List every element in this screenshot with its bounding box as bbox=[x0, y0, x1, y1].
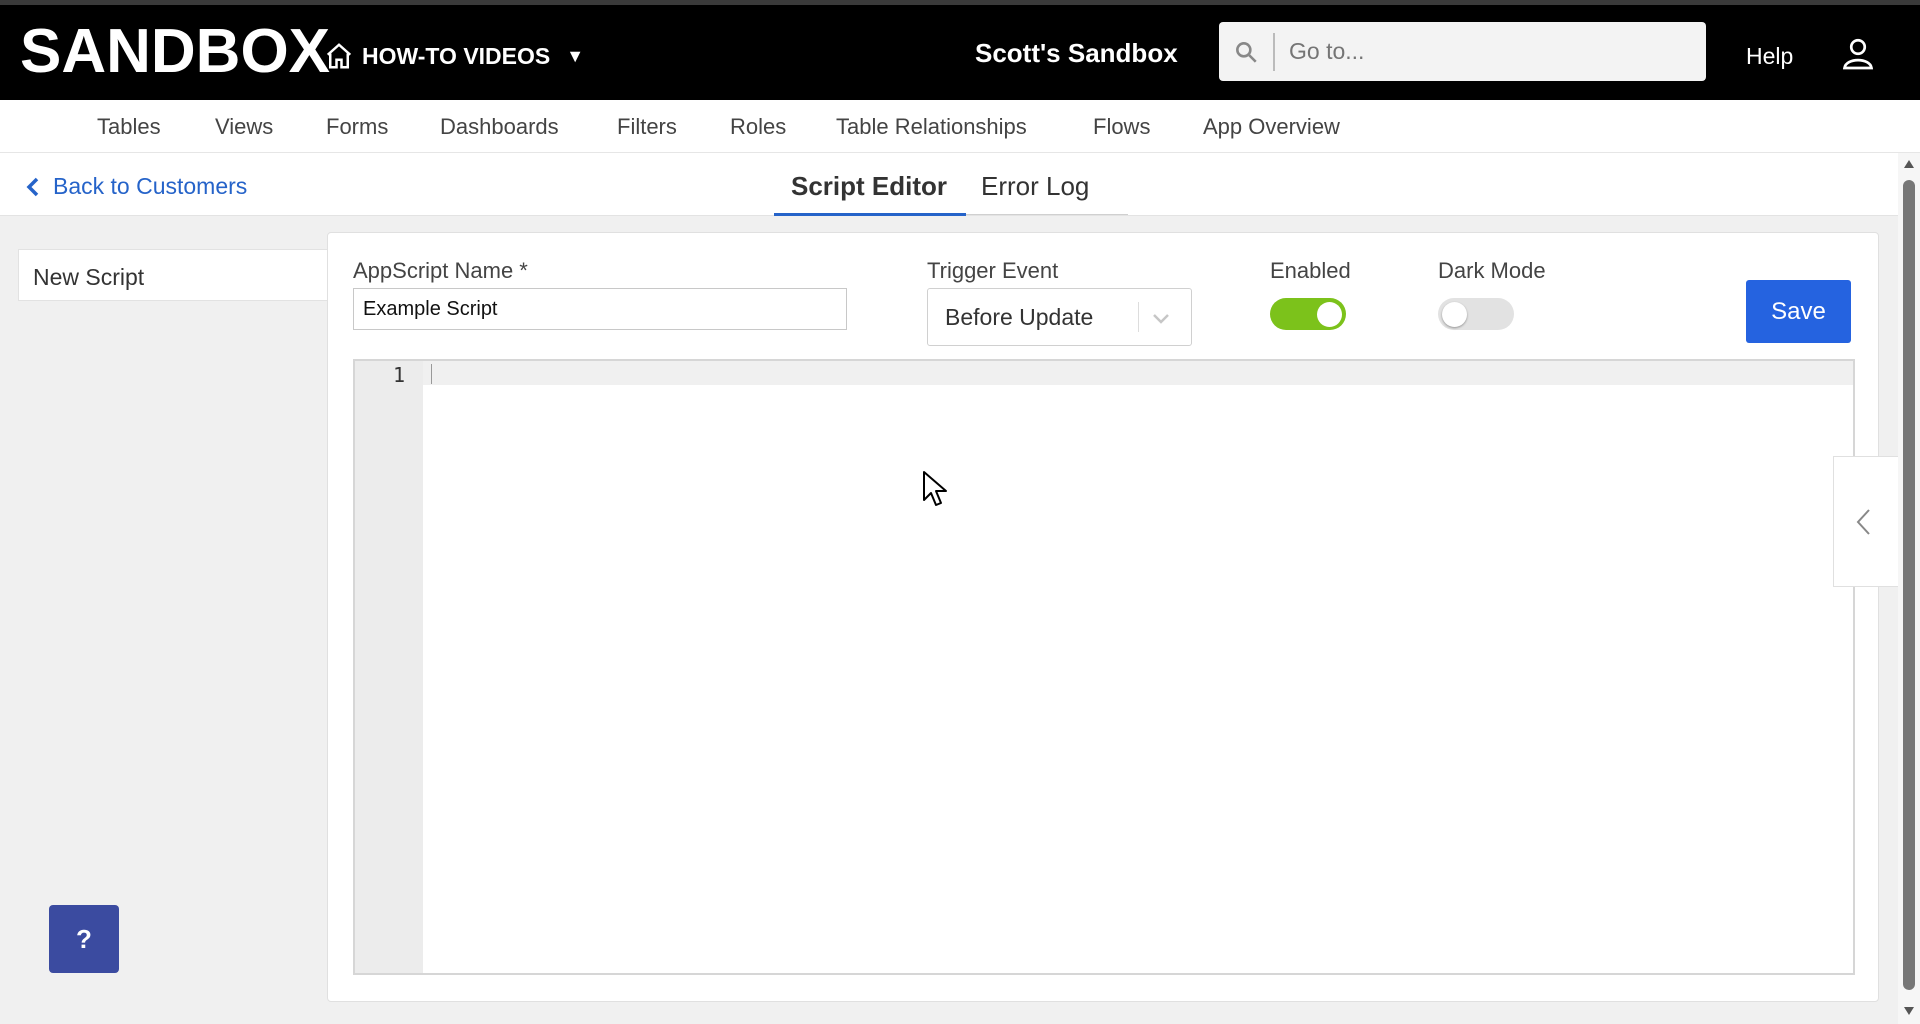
nav-views[interactable]: Views bbox=[215, 114, 273, 140]
nav-app-overview[interactable]: App Overview bbox=[1203, 114, 1340, 140]
trigger-event-label: Trigger Event bbox=[927, 258, 1059, 283]
brand-logo[interactable]: SANDBOX bbox=[20, 17, 330, 87]
nav-filters[interactable]: Filters bbox=[617, 114, 677, 140]
line-number-gutter: 1 bbox=[355, 361, 423, 973]
text-cursor bbox=[431, 364, 432, 384]
dark-mode-label: Dark Mode bbox=[1438, 258, 1546, 283]
trigger-event-select[interactable]: Before Update bbox=[927, 288, 1192, 346]
caret-down-icon: ▼ bbox=[566, 45, 585, 66]
enabled-toggle[interactable] bbox=[1270, 298, 1346, 330]
top-header: SANDBOX HOW-TO VIDEOS ▼ Scott's Sandbox … bbox=[0, 5, 1920, 100]
toggle-knob bbox=[1317, 302, 1342, 327]
chevron-down-icon bbox=[1153, 314, 1169, 324]
help-fab-button[interactable]: ? bbox=[49, 905, 119, 973]
tab-script-editor[interactable]: Script Editor bbox=[791, 171, 947, 202]
nav-tables[interactable]: Tables bbox=[97, 114, 161, 140]
search-box[interactable] bbox=[1219, 22, 1706, 81]
appscript-name-label: AppScript Name * bbox=[353, 258, 528, 283]
back-to-customers-link[interactable]: Back to Customers bbox=[25, 173, 247, 200]
tab-error-log[interactable]: Error Log bbox=[981, 171, 1089, 202]
dark-mode-toggle[interactable] bbox=[1438, 298, 1514, 330]
workspace-name: Scott's Sandbox bbox=[975, 38, 1178, 68]
trigger-event-value: Before Update bbox=[945, 304, 1094, 330]
scroll-down-arrow-icon[interactable] bbox=[1903, 1006, 1915, 1016]
active-line-highlight bbox=[423, 361, 1853, 385]
mouse-pointer-icon bbox=[923, 471, 947, 506]
search-icon bbox=[1219, 32, 1275, 71]
nav-forms[interactable]: Forms bbox=[326, 114, 388, 140]
scrollbar-thumb[interactable] bbox=[1903, 180, 1915, 990]
nav-roles[interactable]: Roles bbox=[730, 114, 786, 140]
nav-dashboards[interactable]: Dashboards bbox=[440, 114, 559, 140]
chevron-left-icon bbox=[26, 177, 39, 196]
save-button[interactable]: Save bbox=[1746, 280, 1851, 343]
search-input[interactable] bbox=[1275, 37, 1691, 66]
tab-bar: Back to Customers Script Editor Error Lo… bbox=[0, 153, 1898, 216]
help-link[interactable]: Help bbox=[1746, 43, 1793, 70]
nav-flows[interactable]: Flows bbox=[1093, 114, 1150, 140]
app-menu-label: HOW-TO VIDEOS bbox=[362, 42, 551, 69]
app-menu-button[interactable]: HOW-TO VIDEOS ▼ bbox=[324, 41, 584, 71]
active-tab-indicator bbox=[774, 213, 966, 216]
side-panel-toggle[interactable] bbox=[1833, 456, 1899, 587]
scroll-up-arrow-icon[interactable] bbox=[1903, 159, 1915, 169]
toggle-knob bbox=[1442, 302, 1467, 327]
home-icon bbox=[326, 43, 352, 69]
enabled-label: Enabled bbox=[1270, 258, 1351, 283]
back-link-label: Back to Customers bbox=[53, 173, 248, 199]
select-separator bbox=[1138, 302, 1139, 332]
sub-navigation: Tables Views Forms Dashboards Filters Ro… bbox=[0, 100, 1920, 153]
user-icon[interactable] bbox=[1840, 35, 1876, 71]
nav-table-relationships[interactable]: Table Relationships bbox=[836, 114, 1027, 140]
line-number: 1 bbox=[392, 363, 405, 387]
chevron-left-icon bbox=[1856, 509, 1870, 535]
tab-divider bbox=[966, 214, 1128, 215]
code-editor[interactable]: 1 bbox=[353, 359, 1855, 975]
appscript-name-input[interactable] bbox=[353, 288, 847, 330]
script-list-item[interactable]: New Script bbox=[18, 249, 330, 301]
